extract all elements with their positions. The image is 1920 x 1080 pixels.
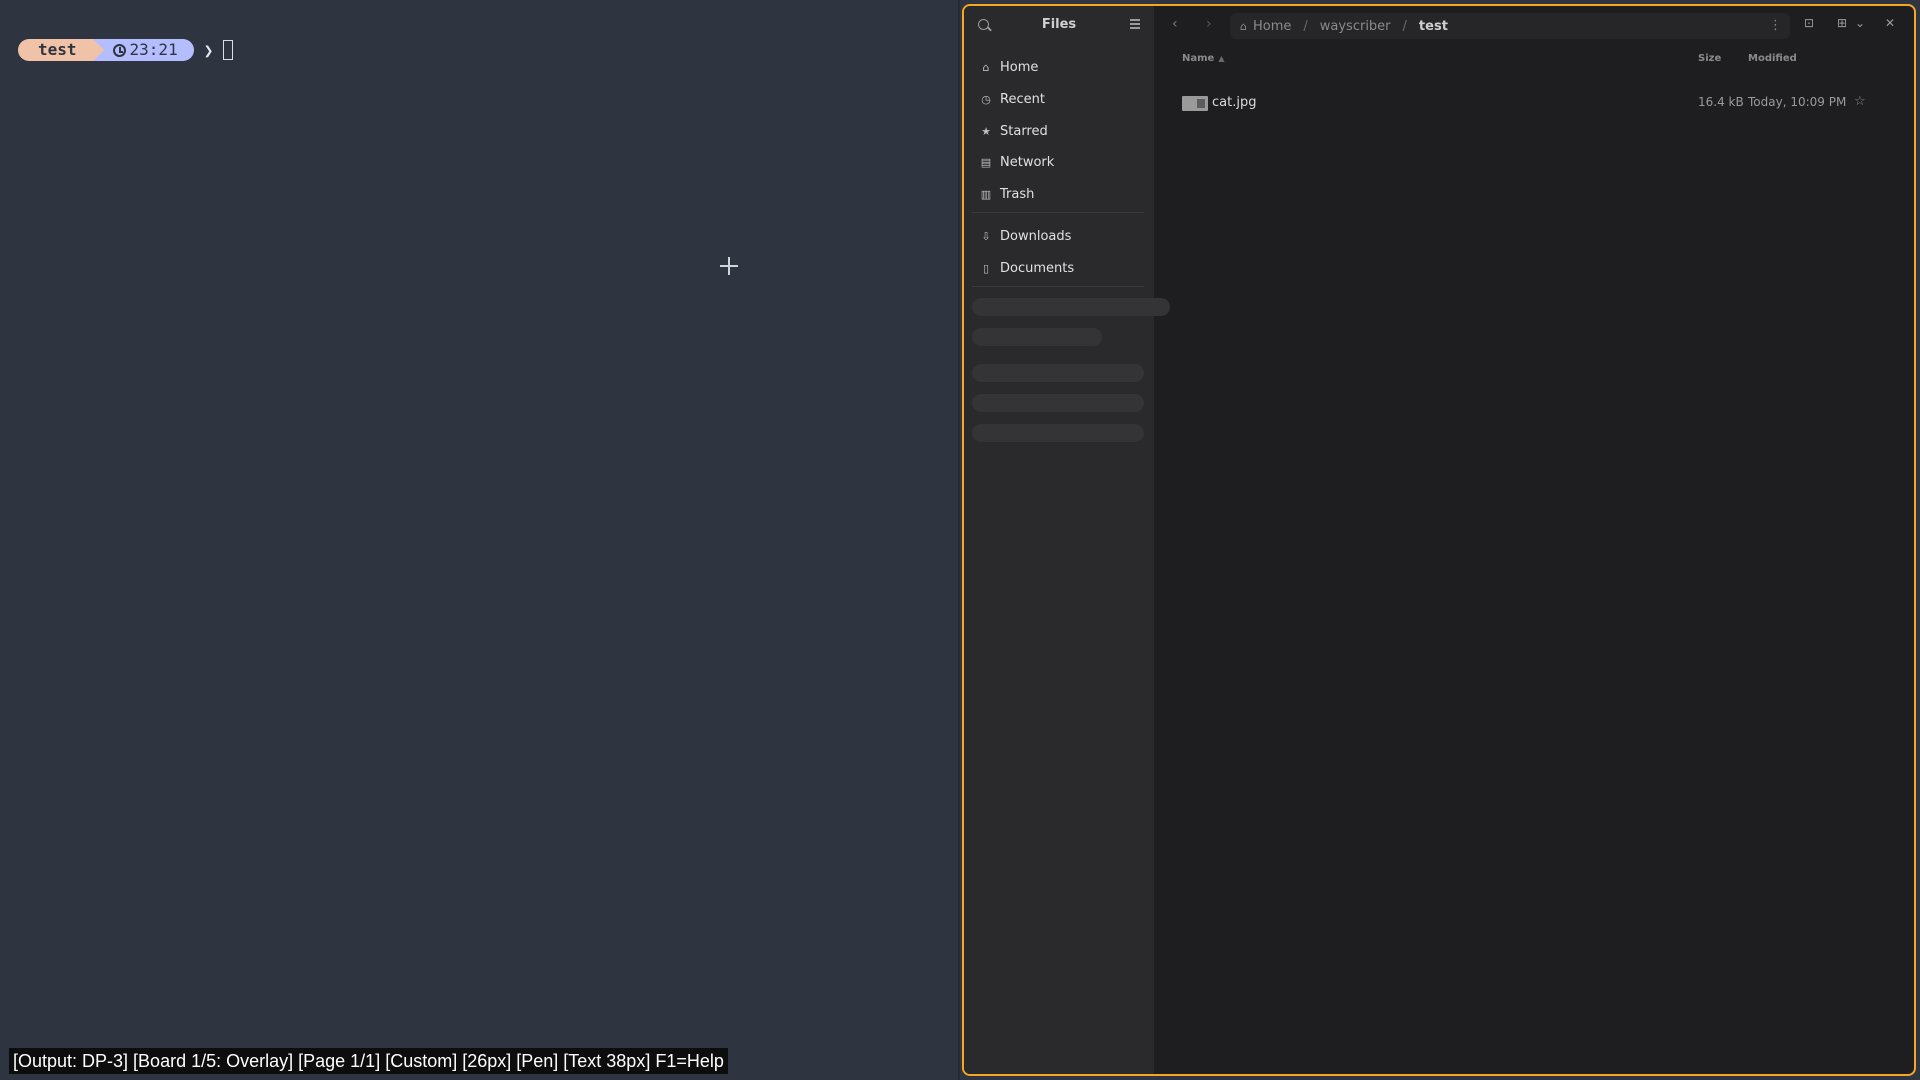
file-view: ‹ › ⌂ Home / wayscriber / test ⋮ ⊡ ⊞ ⌄ ✕… bbox=[1154, 6, 1914, 1074]
breadcrumb-home[interactable]: Home bbox=[1253, 19, 1291, 34]
star-outline-icon[interactable]: ☆ bbox=[1854, 94, 1866, 109]
sidebar-item-label: Recent bbox=[1000, 91, 1045, 107]
network-icon: ▤ bbox=[980, 155, 992, 169]
crosshair-cursor-icon bbox=[720, 257, 738, 275]
chevron-down-icon[interactable]: ⌄ bbox=[1855, 16, 1865, 30]
app-title: Files bbox=[1041, 17, 1077, 32]
home-icon: ⌂ bbox=[1240, 19, 1247, 33]
blurred-sidebar-item bbox=[972, 328, 1102, 346]
files-window[interactable]: Files ⌂ Home ◷ Recent ★ Starred ▤ Networ… bbox=[962, 4, 1916, 1076]
sidebar-separator bbox=[972, 212, 1144, 213]
document-icon: ▯ bbox=[982, 261, 990, 275]
star-icon: ★ bbox=[981, 124, 991, 138]
terminal-pane[interactable]: test 23:21 ❯ [Output: DP-3] [Board 1/5: … bbox=[0, 0, 960, 1080]
sidebar-header: Files bbox=[964, 6, 1154, 44]
sidebar-item-label: Downloads bbox=[1000, 228, 1072, 244]
blurred-sidebar-item bbox=[972, 424, 1144, 442]
sidebar-item-starred[interactable]: ★ Starred bbox=[980, 119, 1048, 143]
sidebar-item-home[interactable]: ⌂ Home bbox=[980, 55, 1039, 79]
forward-icon[interactable]: › bbox=[1206, 16, 1212, 32]
image-thumbnail-icon bbox=[1182, 96, 1208, 111]
blurred-sidebar-item bbox=[972, 394, 1144, 412]
column-size[interactable]: Size bbox=[1698, 53, 1721, 64]
clock-icon bbox=[112, 43, 126, 57]
sidebar-item-recent[interactable]: ◷ Recent bbox=[980, 87, 1045, 111]
file-row[interactable]: cat.jpg 16.4 kB Today, 10:09 PM ☆ bbox=[1154, 91, 1914, 115]
file-size: 16.4 kB bbox=[1698, 95, 1744, 109]
prompt-symbol: ❯ bbox=[203, 40, 214, 60]
sidebar-item-trash[interactable]: ▥ Trash bbox=[980, 182, 1035, 206]
prompt-directory: test bbox=[18, 39, 103, 61]
grid-view-icon[interactable]: ⊞ bbox=[1837, 16, 1847, 30]
sidebar-separator bbox=[972, 286, 1144, 287]
overlay-status-bar: [Output: DP-3] [Board 1/5: Overlay] [Pag… bbox=[9, 1048, 728, 1074]
column-name[interactable]: Name ▲ bbox=[1182, 53, 1224, 64]
more-options-icon[interactable]: ⋮ bbox=[1769, 18, 1782, 33]
sidebar-item-downloads[interactable]: ⇩ Downloads bbox=[980, 224, 1071, 248]
trash-icon: ▥ bbox=[980, 187, 992, 201]
sidebar-item-label: Network bbox=[1000, 154, 1055, 170]
sidebar-item-label: Documents bbox=[1000, 260, 1075, 276]
file-modified: Today, 10:09 PM bbox=[1748, 95, 1847, 109]
sidebar-item-label: Starred bbox=[1000, 123, 1048, 139]
breadcrumb-wayscriber[interactable]: wayscriber bbox=[1320, 19, 1391, 34]
breadcrumb-separator: / bbox=[1402, 18, 1407, 34]
download-icon: ⇩ bbox=[981, 229, 991, 243]
prompt-time-segment: 23:21 bbox=[92, 39, 194, 61]
file-name: cat.jpg bbox=[1212, 95, 1257, 110]
breadcrumb-separator: / bbox=[1303, 18, 1308, 34]
close-icon[interactable]: ✕ bbox=[1885, 16, 1895, 30]
sidebar-item-documents[interactable]: ▯ Documents bbox=[980, 256, 1074, 280]
hamburger-menu-icon[interactable] bbox=[1130, 19, 1140, 29]
clock-icon: ◷ bbox=[981, 92, 991, 106]
breadcrumb-test[interactable]: test bbox=[1419, 19, 1448, 34]
path-bar[interactable]: ⌂ Home / wayscriber / test ⋮ bbox=[1230, 13, 1790, 39]
sidebar-item-network[interactable]: ▤ Network bbox=[980, 150, 1054, 174]
sidebar: Files ⌂ Home ◷ Recent ★ Starred ▤ Networ… bbox=[964, 6, 1170, 1074]
column-name-label: Name bbox=[1182, 53, 1215, 64]
home-icon: ⌂ bbox=[982, 60, 990, 74]
column-modified[interactable]: Modified bbox=[1748, 53, 1797, 64]
shell-prompt: test 23:21 ❯ bbox=[18, 38, 234, 62]
prompt-time: 23:21 bbox=[129, 40, 178, 59]
blurred-sidebar-item bbox=[972, 298, 1170, 316]
sort-up-icon: ▲ bbox=[1218, 54, 1225, 63]
text-cursor bbox=[223, 40, 234, 60]
sidebar-item-label: Home bbox=[1000, 59, 1039, 75]
blurred-sidebar-item bbox=[972, 364, 1144, 382]
sidebar-item-label: Trash bbox=[1000, 186, 1035, 202]
new-folder-icon[interactable]: ⊡ bbox=[1804, 16, 1814, 30]
back-icon[interactable]: ‹ bbox=[1172, 16, 1178, 32]
